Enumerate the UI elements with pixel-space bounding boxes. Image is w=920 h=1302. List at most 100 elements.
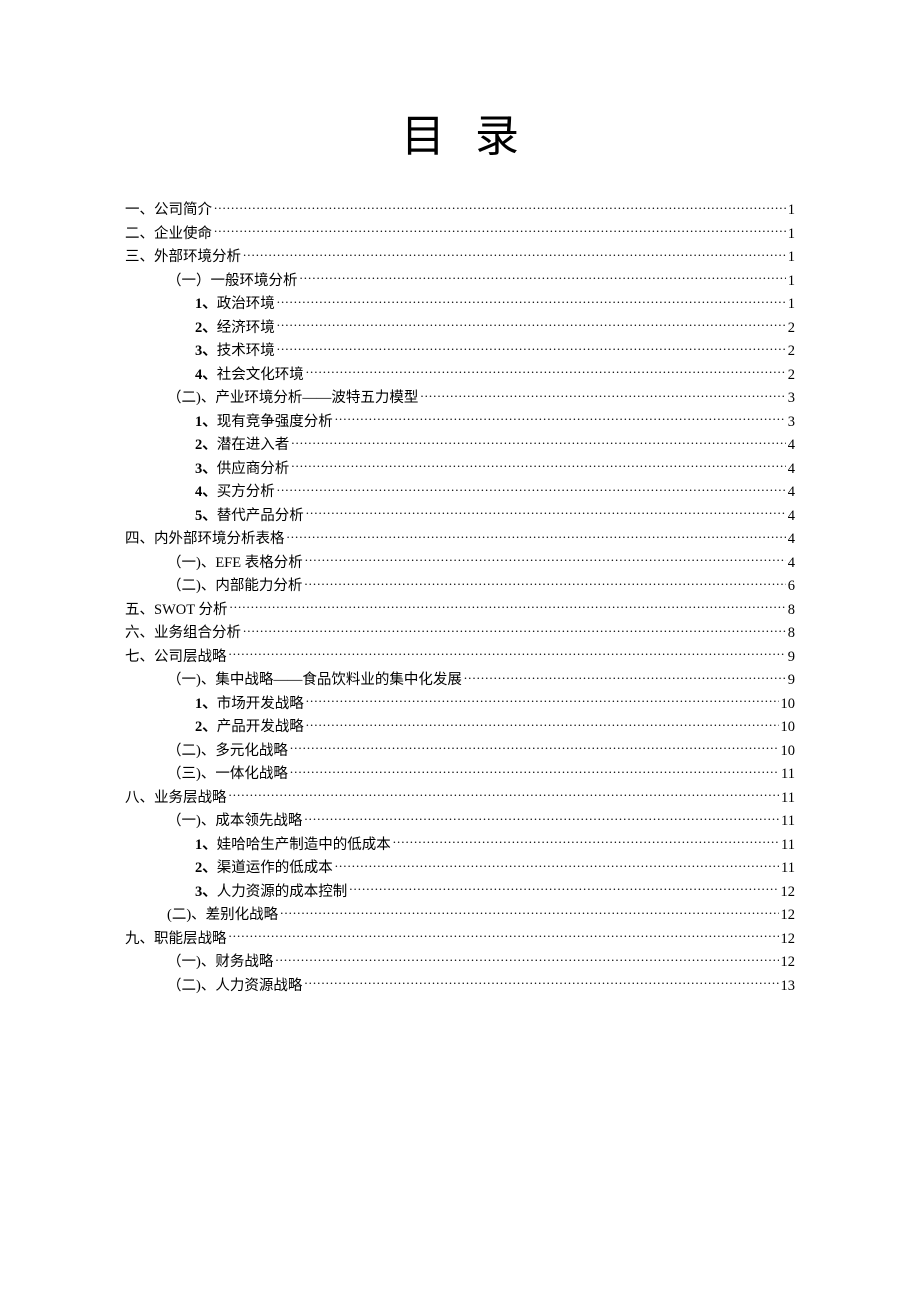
toc-entry-label: 1、政治环境 <box>195 293 275 317</box>
toc-dots <box>277 294 786 308</box>
toc-entry-label: 3、技术环境 <box>195 340 275 364</box>
toc-entry: 1、娃哈哈生产制造中的低成本11 <box>125 834 795 858</box>
toc-entry-label: 4、社会文化环境 <box>195 364 304 388</box>
toc-entry-label: 七、公司层战略 <box>125 646 227 670</box>
toc-entry-label: （二)、多元化战略 <box>167 740 288 764</box>
toc-dots <box>277 341 786 355</box>
toc-dots <box>306 365 786 379</box>
toc-page-number: 3 <box>788 411 795 435</box>
toc-dots <box>464 670 786 684</box>
toc-dots <box>229 788 780 802</box>
toc-entry: (二)、差别化战略12 <box>125 904 795 928</box>
toc-page-number: 11 <box>781 834 795 858</box>
toc-page-number: 4 <box>788 552 795 576</box>
toc-entry-label: 二、企业使命 <box>125 223 212 247</box>
toc-page-number: 10 <box>781 740 796 764</box>
toc-dots <box>290 741 779 755</box>
toc-page-number: 4 <box>788 481 795 505</box>
toc-dots <box>229 647 786 661</box>
toc-page-number: 9 <box>788 646 795 670</box>
toc-entry-label: 1、市场开发战略 <box>195 693 304 717</box>
toc-page-number: 9 <box>788 669 795 693</box>
toc-entry-label: （三)、一体化战略 <box>167 763 288 787</box>
toc-dots <box>229 929 779 943</box>
toc-page-number: 2 <box>788 364 795 388</box>
toc-entry: 4、买方分析4 <box>125 481 795 505</box>
toc-dots <box>277 318 786 332</box>
toc-entry: 1、市场开发战略 10 <box>125 693 795 717</box>
toc-dots <box>393 835 779 849</box>
toc-entry-label: （二)、人力资源战略 <box>167 975 302 999</box>
toc-page-number: 10 <box>781 693 796 717</box>
toc-entry-label: 2、潜在进入者 <box>195 434 289 458</box>
toc-entry: 八、业务层战略 11 <box>125 787 795 811</box>
toc-entry: 2、潜在进入者 4 <box>125 434 795 458</box>
toc-entry: 2、经济环境2 <box>125 317 795 341</box>
toc-page-number: 12 <box>781 881 796 905</box>
toc-dots <box>290 764 779 778</box>
toc-page-number: 12 <box>781 951 796 975</box>
toc-dots <box>306 694 779 708</box>
toc-entry-label: （一)、EFE 表格分析 <box>167 552 303 576</box>
toc-entry: 六、业务组合分析8 <box>125 622 795 646</box>
toc-page-number: 1 <box>788 246 795 270</box>
toc-dots <box>291 459 786 473</box>
toc-entry: 2、渠道运作的低成本11 <box>125 857 795 881</box>
toc-dots <box>335 858 779 872</box>
toc-entry-label: 3、人力资源的成本控制 <box>195 881 347 905</box>
toc-dots <box>304 976 778 990</box>
toc-entry: （二)、人力资源战略 13 <box>125 975 795 999</box>
toc-page-number: 6 <box>788 575 795 599</box>
toc-entry-label: 2、产品开发战略 <box>195 716 304 740</box>
toc-entry: 一、公司简介 1 <box>125 199 795 223</box>
toc-page-number: 3 <box>788 387 795 411</box>
toc-dots <box>275 952 778 966</box>
toc-page-number: 11 <box>781 810 795 834</box>
toc-entry-label: 四、内外部环境分析表格 <box>125 528 285 552</box>
toc-page-number: 8 <box>788 599 795 623</box>
toc-entry: （一）一般环境分析 1 <box>125 270 795 294</box>
toc-dots <box>300 271 786 285</box>
toc-page-number: 1 <box>788 293 795 317</box>
toc-entry: 1、政治环境 1 <box>125 293 795 317</box>
toc-page-number: 1 <box>788 270 795 294</box>
toc-dots <box>306 717 779 731</box>
toc-entry: 1、现有竞争强度分析 3 <box>125 411 795 435</box>
toc-page-number: 12 <box>781 904 796 928</box>
toc-entry: （二)、多元化战略 10 <box>125 740 795 764</box>
toc-entry: 5、替代产品分析4 <box>125 505 795 529</box>
toc-dots <box>214 200 786 214</box>
toc-dots <box>243 623 786 637</box>
toc-entry-label: 五、SWOT 分析 <box>125 599 227 623</box>
toc-entry: 三、外部环境分析 1 <box>125 246 795 270</box>
toc-entry-label: 八、业务层战略 <box>125 787 227 811</box>
toc-page-number: 12 <box>781 928 796 952</box>
toc-dots <box>287 529 786 543</box>
toc-entry-label: 一、公司简介 <box>125 199 212 223</box>
toc-entry-label: 5、替代产品分析 <box>195 505 304 529</box>
toc-entry: 二、企业使命1 <box>125 223 795 247</box>
toc-entry-label: 2、经济环境 <box>195 317 275 341</box>
toc-entry-label: 三、外部环境分析 <box>125 246 241 270</box>
toc-entry: （二)、产业环境分析——波特五力模型 3 <box>125 387 795 411</box>
toc-entry: 4、社会文化环境 2 <box>125 364 795 388</box>
toc-dots <box>291 435 786 449</box>
toc-entry-label: （二)、产业环境分析——波特五力模型 <box>167 387 418 411</box>
toc-page-number: 13 <box>781 975 796 999</box>
toc-entry-label: （一）一般环境分析 <box>167 270 298 294</box>
toc-dots <box>229 600 785 614</box>
toc-entry: 五、SWOT 分析 8 <box>125 599 795 623</box>
toc-entry: （一)、成本领先战略11 <box>125 810 795 834</box>
toc-title: 目录 <box>125 100 795 164</box>
toc-entry: 3、技术环境2 <box>125 340 795 364</box>
toc-page-number: 1 <box>788 199 795 223</box>
toc-page-number: 11 <box>781 787 795 811</box>
toc-dots <box>243 247 786 261</box>
toc-page-number: 4 <box>788 434 795 458</box>
toc-dots <box>304 576 785 590</box>
toc-entry: 九、职能层战略12 <box>125 928 795 952</box>
toc-entry-label: 1、现有竞争强度分析 <box>195 411 333 435</box>
toc-page-number: 11 <box>781 857 795 881</box>
toc-dots <box>277 482 786 496</box>
toc-entry-label: 3、供应商分析 <box>195 458 289 482</box>
